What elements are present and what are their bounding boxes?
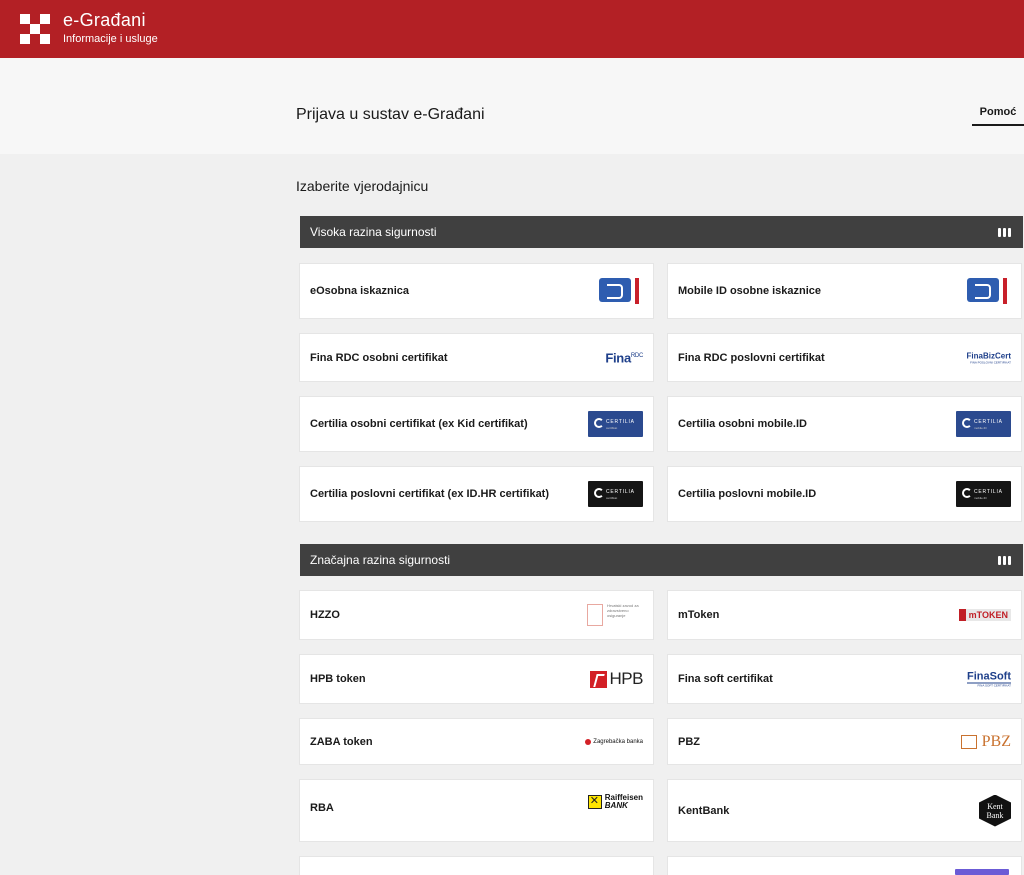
section-title: Visoka razina sigurnosti [310, 225, 437, 239]
credential-label: Fina RDC osobni certifikat [310, 351, 448, 364]
credential-label: ZABA token [310, 735, 373, 748]
certilia-logo-icon: CERTILIA certifikat [588, 481, 643, 507]
page-header: Prijava u sustav e-Građani Pomoć [0, 58, 1024, 154]
pbz-logo-icon: PBZ [960, 733, 1011, 751]
credential-label: RBA [310, 802, 334, 814]
credential-card-partial[interactable] [299, 856, 654, 875]
certilia-logo-icon: CERTILIA mobile.ID [956, 481, 1011, 507]
credential-label: Fina soft certifikat [678, 673, 773, 685]
hpb-logo-icon: HPB [589, 669, 644, 689]
credential-mobile-id[interactable]: Mobile ID osobne iskaznice [667, 263, 1022, 319]
fina-bizcert-logo-icon: FinaBizCert FINA POSLOVNI CERTIFIKAT [966, 351, 1011, 364]
credential-card-partial[interactable] [667, 856, 1022, 875]
checkerboard-logo-icon[interactable] [20, 14, 50, 44]
credential-certilia-poslovni[interactable]: Certilia poslovni certifikat (ex ID.HR c… [299, 466, 654, 522]
credential-label: Certilia poslovni certifikat (ex ID.HR c… [310, 488, 550, 500]
certilia-logo-icon: CERTILIA mobile.ID [956, 411, 1011, 437]
credential-eosobna[interactable]: eOsobna iskaznica [299, 263, 654, 319]
credential-fina-rdc-osobni[interactable]: Fina RDC osobni certifikat FinaRDC [299, 333, 654, 382]
credential-label: Certilia osobni mobile.ID [678, 418, 807, 430]
rba-logo-icon: RaiffeisenBANK [587, 794, 643, 810]
credential-label: PBZ [678, 735, 700, 748]
credential-hpb-token[interactable]: HPB token HPB [299, 654, 654, 704]
page-title: Prijava u sustav e-Građani [296, 106, 485, 123]
credential-label: Certilia poslovni mobile.ID [678, 488, 817, 500]
fina-rdc-logo-icon: FinaRDC [605, 350, 643, 365]
choose-credential-label: Izaberite vjerodajnicu [296, 178, 429, 194]
kentbank-logo-icon: Kent Bank [979, 794, 1011, 827]
credential-fina-rdc-poslovni[interactable]: Fina RDC poslovni certifikat FinaBizCert… [667, 333, 1022, 382]
credential-certilia-osobni[interactable]: Certilia osobni certifikat (ex Kid certi… [299, 396, 654, 452]
credential-hzzo[interactable]: HZZO Hrvatski zavod za zdravstveno osigu… [299, 590, 654, 640]
certilia-logo-icon: CERTILIA certifikat [588, 411, 643, 437]
credential-label: KentBank [678, 804, 730, 817]
eoi-logo-icon [599, 278, 643, 304]
hzzo-logo-icon: Hrvatski zavod za zdravstveno osiguranje [587, 602, 643, 628]
credential-label: Mobile ID osobne iskaznice [678, 285, 822, 297]
section-title: Značajna razina sigurnosti [310, 553, 451, 567]
section-high-security[interactable]: Visoka razina sigurnosti [300, 216, 1023, 248]
brand-title[interactable]: e-Građani [63, 10, 146, 31]
credential-label: HPB token [310, 673, 366, 685]
partial-logo-icon [955, 869, 1009, 875]
credential-certilia-poslovni-mobile[interactable]: Certilia poslovni mobile.ID CERTILIA mobi… [667, 466, 1022, 522]
credential-mtoken[interactable]: mToken mTOKEN [667, 590, 1022, 640]
collapse-bars-icon[interactable] [998, 556, 1012, 565]
credential-pbz[interactable]: PBZ PBZ [667, 718, 1022, 765]
eoi-logo-icon [967, 278, 1011, 304]
credential-label: HZZO [310, 609, 340, 621]
mtoken-logo-icon: mTOKEN [958, 609, 1011, 621]
section-substantial-security[interactable]: Značajna razina sigurnosti [300, 544, 1023, 576]
credential-label: Certilia osobni certifikat (ex Kid certi… [310, 418, 528, 430]
credential-zaba-token[interactable]: ZABA token Zagrebačka banka [299, 718, 654, 765]
credential-label: Fina RDC poslovni certifikat [678, 351, 825, 364]
top-bar: e-Građani Informacije i usluge [0, 0, 1024, 58]
credential-label: mToken [678, 609, 720, 621]
credential-certilia-osobni-mobile[interactable]: Certilia osobni mobile.ID CERTILIA mobile… [667, 396, 1022, 452]
help-link[interactable]: Pomoć [972, 104, 1024, 126]
credential-rba[interactable]: RBA RaiffeisenBANK [299, 779, 654, 842]
credential-fina-soft[interactable]: Fina soft certifikat FinaSoft FINA SOFT C… [667, 654, 1022, 704]
finasoft-logo-icon: FinaSoft FINA SOFT CERTIFIKAT [967, 670, 1011, 688]
collapse-bars-icon[interactable] [998, 228, 1012, 237]
credential-label: eOsobna iskaznica [310, 285, 410, 297]
brand-subtitle: Informacije i usluge [63, 33, 158, 45]
credential-kentbank[interactable]: KentBank Kent Bank [667, 779, 1022, 842]
zaba-logo-icon: Zagrebačka banka [585, 738, 643, 745]
